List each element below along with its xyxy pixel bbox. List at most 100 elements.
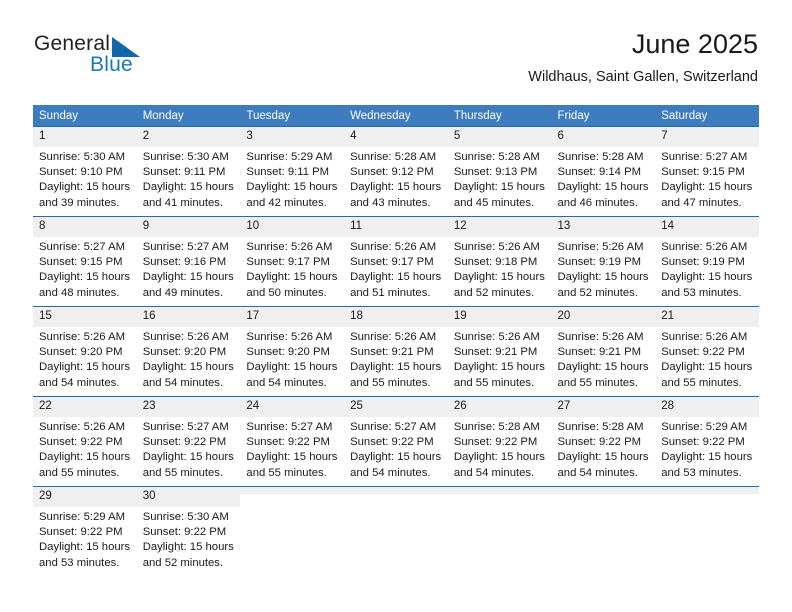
day-number: 28 xyxy=(655,397,759,417)
day-cell-empty xyxy=(447,486,552,576)
day-cell[interactable]: 4 Sunrise: 5:28 AM Sunset: 9:12 PM Dayli… xyxy=(344,126,448,217)
sunrise-line: Sunrise: 5:26 AM xyxy=(661,241,748,253)
day-cell[interactable]: 10 Sunrise: 5:26 AM Sunset: 9:17 PM Dayl… xyxy=(240,216,345,307)
daylight-line-1: Daylight: 15 hours xyxy=(142,361,234,374)
day-cell[interactable]: 6 Sunrise: 5:28 AM Sunset: 9:14 PM Dayli… xyxy=(551,126,656,217)
daylight-line-1: Daylight: 15 hours xyxy=(661,361,753,374)
day-cell[interactable]: 25 Sunrise: 5:27 AM Sunset: 9:22 PM Dayl… xyxy=(344,396,448,487)
sunrise-line: Sunrise: 5:28 AM xyxy=(453,151,540,163)
day-details: Sunrise: 5:27 AM Sunset: 9:15 PM Dayligh… xyxy=(655,147,759,211)
daylight-line-1: Daylight: 15 hours xyxy=(246,451,338,464)
daylight-line-2: and 54 minutes. xyxy=(39,376,120,389)
daylight-line-1: Daylight: 15 hours xyxy=(350,451,442,464)
day-cell[interactable]: 2 Sunrise: 5:30 AM Sunset: 9:11 PM Dayli… xyxy=(136,126,241,217)
sunset-line: Sunset: 9:20 PM xyxy=(142,346,227,359)
week-row: 22 Sunrise: 5:26 AM Sunset: 9:22 PM Dayl… xyxy=(33,396,759,487)
daylight-line-2: and 54 minutes. xyxy=(557,466,638,479)
day-number: 14 xyxy=(655,217,759,237)
daylight-line-2: and 55 minutes. xyxy=(350,376,431,389)
daylight-line-1: Daylight: 15 hours xyxy=(453,181,545,194)
day-cell[interactable]: 8 Sunrise: 5:27 AM Sunset: 9:15 PM Dayli… xyxy=(33,216,137,307)
day-details: Sunrise: 5:29 AM Sunset: 9:22 PM Dayligh… xyxy=(655,417,759,481)
day-cell[interactable]: 13 Sunrise: 5:26 AM Sunset: 9:19 PM Dayl… xyxy=(551,216,656,307)
daylight-line-1: Daylight: 15 hours xyxy=(142,271,234,284)
sunrise-line: Sunrise: 5:29 AM xyxy=(246,151,333,163)
page-title: June 2025 xyxy=(631,29,758,59)
daylight-line-2: and 53 minutes. xyxy=(661,466,742,479)
day-number: 15 xyxy=(33,307,137,327)
sunrise-line: Sunrise: 5:26 AM xyxy=(39,331,126,343)
sunrise-line: Sunrise: 5:26 AM xyxy=(246,331,333,343)
day-cell[interactable]: 12 Sunrise: 5:26 AM Sunset: 9:18 PM Dayl… xyxy=(447,216,552,307)
day-cell[interactable]: 7 Sunrise: 5:27 AM Sunset: 9:15 PM Dayli… xyxy=(655,126,759,217)
day-number: 11 xyxy=(344,217,448,237)
title-block: June 2025 Wildhaus, Saint Gallen, Switze… xyxy=(528,28,758,87)
sunrise-line: Sunrise: 5:27 AM xyxy=(350,421,437,433)
sunset-line: Sunset: 9:13 PM xyxy=(453,166,538,179)
day-cell[interactable]: 22 Sunrise: 5:26 AM Sunset: 9:22 PM Dayl… xyxy=(33,396,137,487)
sunrise-line: Sunrise: 5:28 AM xyxy=(557,151,644,163)
day-number: 3 xyxy=(240,127,345,147)
calendar-body: 1 Sunrise: 5:30 AM Sunset: 9:10 PM Dayli… xyxy=(33,126,759,576)
day-number xyxy=(447,487,552,494)
sunset-line: Sunset: 9:20 PM xyxy=(246,346,330,359)
sunset-line: Sunset: 9:15 PM xyxy=(39,256,123,269)
sunrise-line: Sunrise: 5:26 AM xyxy=(453,331,540,343)
day-details: Sunrise: 5:26 AM Sunset: 9:21 PM Dayligh… xyxy=(448,327,552,391)
day-cell[interactable]: 29 Sunrise: 5:29 AM Sunset: 9:22 PM Dayl… xyxy=(33,486,137,576)
day-cell[interactable]: 16 Sunrise: 5:26 AM Sunset: 9:20 PM Dayl… xyxy=(136,306,241,397)
daylight-line-1: Daylight: 15 hours xyxy=(557,181,649,194)
day-cell[interactable]: 20 Sunrise: 5:26 AM Sunset: 9:21 PM Dayl… xyxy=(551,306,656,397)
day-details xyxy=(552,494,656,497)
sunrise-line: Sunrise: 5:30 AM xyxy=(142,511,229,523)
day-number: 20 xyxy=(551,307,656,327)
day-cell[interactable]: 15 Sunrise: 5:26 AM Sunset: 9:20 PM Dayl… xyxy=(33,306,137,397)
day-cell[interactable]: 18 Sunrise: 5:26 AM Sunset: 9:21 PM Dayl… xyxy=(344,306,448,397)
day-cell[interactable]: 26 Sunrise: 5:28 AM Sunset: 9:22 PM Dayl… xyxy=(447,396,552,487)
sunset-line: Sunset: 9:14 PM xyxy=(557,166,642,179)
daylight-line-1: Daylight: 15 hours xyxy=(142,541,234,554)
sunset-line: Sunset: 9:17 PM xyxy=(350,256,434,269)
day-cell[interactable]: 5 Sunrise: 5:28 AM Sunset: 9:13 PM Dayli… xyxy=(447,126,552,217)
day-number: 5 xyxy=(447,127,552,147)
sunrise-line: Sunrise: 5:27 AM xyxy=(661,151,748,163)
week-row: 8 Sunrise: 5:27 AM Sunset: 9:15 PM Dayli… xyxy=(33,216,759,307)
day-cell[interactable]: 11 Sunrise: 5:26 AM Sunset: 9:17 PM Dayl… xyxy=(344,216,448,307)
day-cell[interactable]: 3 Sunrise: 5:29 AM Sunset: 9:11 PM Dayli… xyxy=(240,126,345,217)
daylight-line-2: and 50 minutes. xyxy=(246,286,327,299)
daylight-line-2: and 47 minutes. xyxy=(661,196,742,209)
day-cell[interactable]: 28 Sunrise: 5:29 AM Sunset: 9:22 PM Dayl… xyxy=(655,396,759,487)
day-cell[interactable]: 14 Sunrise: 5:26 AM Sunset: 9:19 PM Dayl… xyxy=(655,216,759,307)
day-cell[interactable]: 27 Sunrise: 5:28 AM Sunset: 9:22 PM Dayl… xyxy=(551,396,656,487)
day-cell[interactable]: 17 Sunrise: 5:26 AM Sunset: 9:20 PM Dayl… xyxy=(240,306,345,397)
daylight-line-2: and 46 minutes. xyxy=(557,196,638,209)
day-number: 6 xyxy=(551,127,656,147)
day-number: 8 xyxy=(33,217,137,237)
daylight-line-2: and 52 minutes. xyxy=(557,286,638,299)
day-details: Sunrise: 5:26 AM Sunset: 9:18 PM Dayligh… xyxy=(448,237,552,301)
day-cell-empty xyxy=(240,486,345,576)
day-number: 26 xyxy=(447,397,552,417)
sunset-line: Sunset: 9:22 PM xyxy=(39,526,123,539)
sunset-line: Sunset: 9:10 PM xyxy=(39,166,123,179)
day-number: 18 xyxy=(344,307,448,327)
day-cell[interactable]: 30 Sunrise: 5:30 AM Sunset: 9:22 PM Dayl… xyxy=(136,486,241,576)
sunrise-line: Sunrise: 5:26 AM xyxy=(661,331,748,343)
day-details: Sunrise: 5:28 AM Sunset: 9:22 PM Dayligh… xyxy=(448,417,552,481)
day-cell[interactable]: 9 Sunrise: 5:27 AM Sunset: 9:16 PM Dayli… xyxy=(136,216,241,307)
day-cell[interactable]: 19 Sunrise: 5:26 AM Sunset: 9:21 PM Dayl… xyxy=(447,306,552,397)
daylight-line-2: and 43 minutes. xyxy=(350,196,431,209)
daylight-line-2: and 55 minutes. xyxy=(142,466,224,479)
day-cell[interactable]: 23 Sunrise: 5:27 AM Sunset: 9:22 PM Dayl… xyxy=(136,396,241,487)
sunset-line: Sunset: 9:15 PM xyxy=(661,166,745,179)
day-number: 25 xyxy=(344,397,448,417)
day-number xyxy=(344,487,448,494)
day-cell[interactable]: 24 Sunrise: 5:27 AM Sunset: 9:22 PM Dayl… xyxy=(240,396,345,487)
day-cell[interactable]: 1 Sunrise: 5:30 AM Sunset: 9:10 PM Dayli… xyxy=(33,126,137,217)
daylight-line-1: Daylight: 15 hours xyxy=(246,181,338,194)
day-details: Sunrise: 5:27 AM Sunset: 9:22 PM Dayligh… xyxy=(137,417,241,481)
daylight-line-2: and 51 minutes. xyxy=(350,286,431,299)
day-details: Sunrise: 5:28 AM Sunset: 9:22 PM Dayligh… xyxy=(552,417,656,481)
day-cell[interactable]: 21 Sunrise: 5:26 AM Sunset: 9:22 PM Dayl… xyxy=(655,306,759,397)
daylight-line-1: Daylight: 15 hours xyxy=(350,361,442,374)
